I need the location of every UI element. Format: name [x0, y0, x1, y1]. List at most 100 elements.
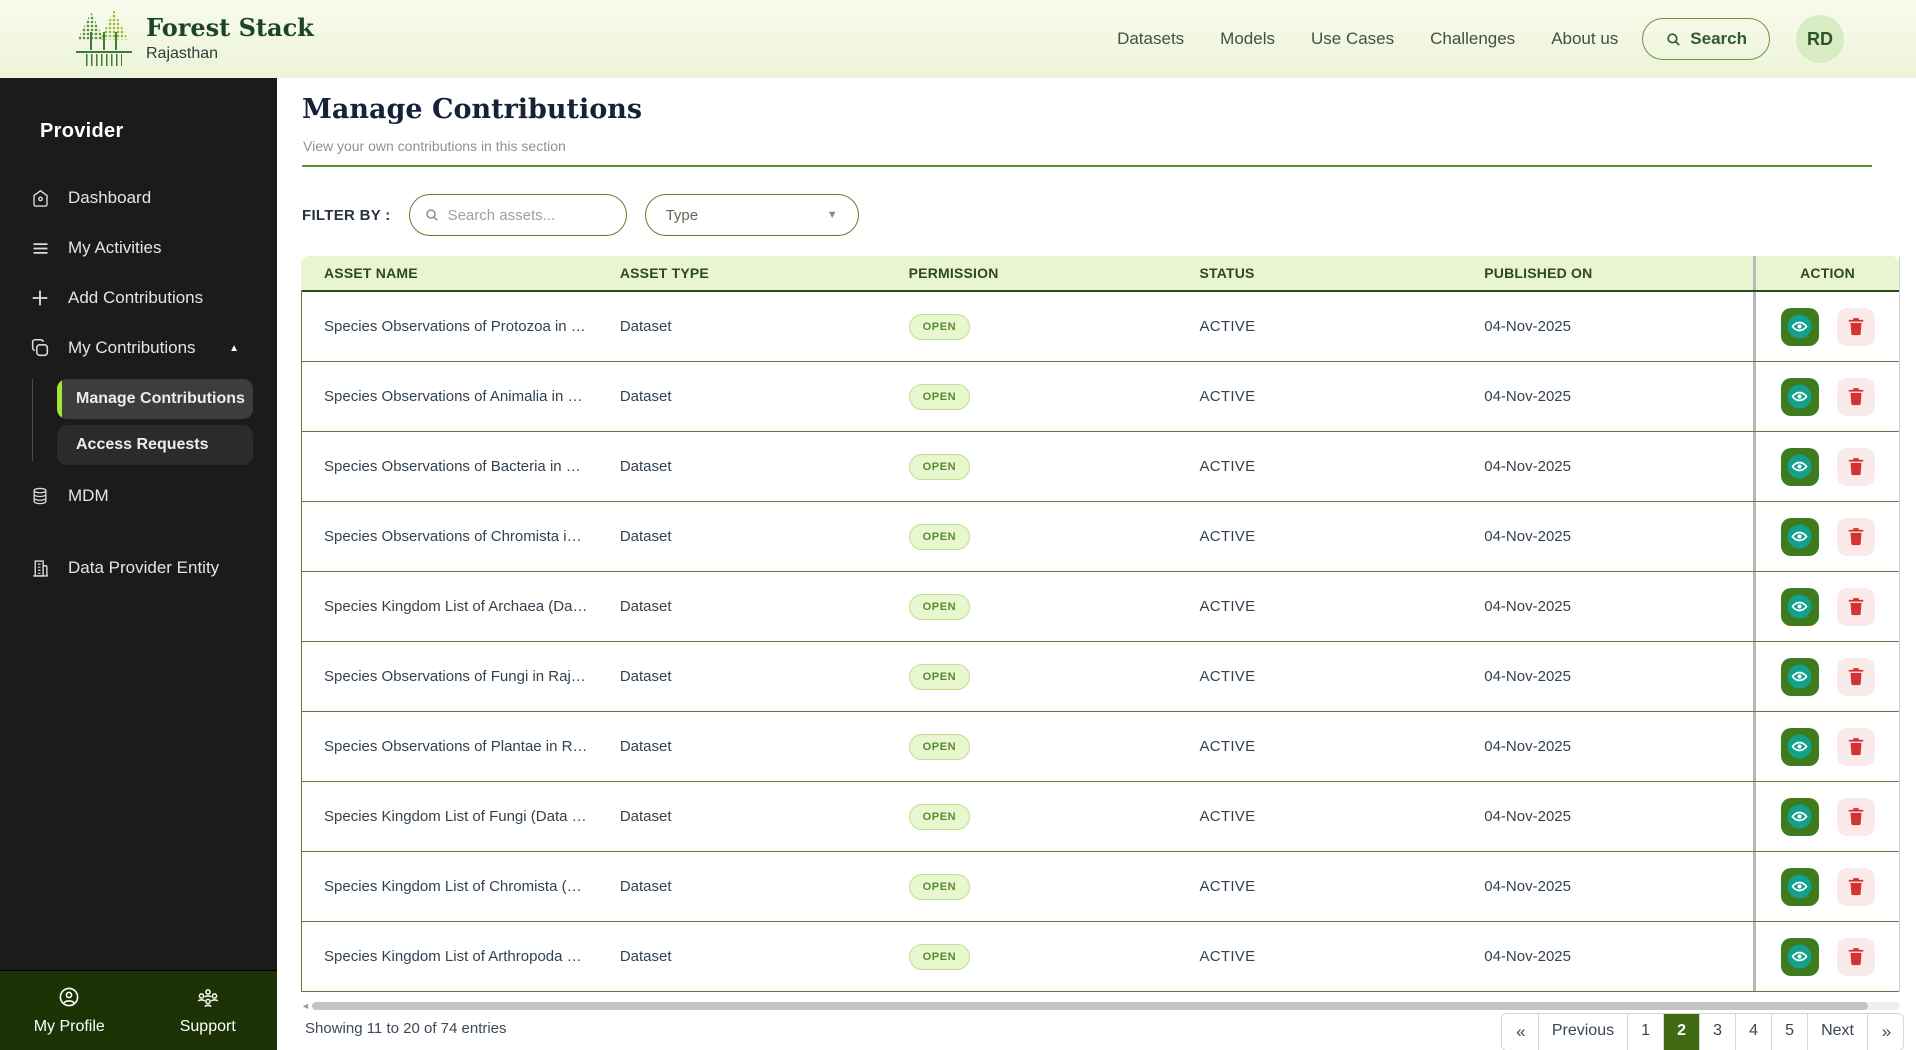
status-cell: ACTIVE	[1199, 808, 1256, 825]
first-page-button[interactable]: «	[1501, 1014, 1538, 1050]
page-button-4[interactable]: 4	[1735, 1014, 1772, 1050]
view-button[interactable]	[1780, 517, 1819, 556]
asset-type-cell: Dataset	[619, 808, 672, 825]
nav-datasets[interactable]: Datasets	[1117, 29, 1184, 49]
nav-about-us[interactable]: About us	[1551, 29, 1618, 49]
table-row: Species Kingdom List of Fungi (Data … Da…	[301, 782, 1899, 852]
sidebar-item-my-activities[interactable]: My Activities	[0, 223, 277, 273]
support-group-icon	[195, 985, 221, 1014]
delete-button[interactable]	[1836, 587, 1875, 626]
delete-button[interactable]	[1836, 867, 1875, 906]
entries-summary: Showing 11 to 20 of 74 entries	[305, 1019, 507, 1037]
permission-badge: OPEN	[908, 873, 971, 900]
view-button[interactable]	[1780, 377, 1819, 416]
my-contributions-submenu: Manage Contributions Access Requests	[0, 379, 277, 465]
asset-search-field[interactable]	[408, 194, 627, 236]
search-input[interactable]	[447, 206, 598, 224]
filter-bar: FILTER BY : Type ▼	[302, 194, 1916, 236]
permission-badge: OPEN	[908, 803, 971, 830]
permission-cell: OPEN	[908, 663, 1200, 690]
asset-name-cell: Species Kingdom List of Chromista (…	[324, 878, 582, 895]
my-profile-button[interactable]: My Profile	[0, 985, 139, 1036]
indent-guide	[32, 379, 33, 461]
user-avatar[interactable]: RD	[1796, 15, 1844, 63]
pagination: « Previous 1 2 3 4 5 Next »	[1500, 1013, 1904, 1050]
delete-button[interactable]	[1836, 657, 1875, 696]
table-row: Species Observations of Animalia in … Da…	[301, 362, 1899, 432]
sidebar-item-data-provider-entity[interactable]: Data Provider Entity	[0, 543, 277, 593]
delete-button[interactable]	[1836, 797, 1875, 836]
sidebar-item-my-contributions[interactable]: My Contributions ▲	[0, 323, 277, 373]
table-footer: Showing 11 to 20 of 74 entries « Previou…	[277, 1006, 1916, 1050]
sidebar-item-manage-contributions[interactable]: Manage Contributions	[57, 379, 253, 419]
building-icon	[29, 557, 51, 579]
permission-cell: OPEN	[908, 733, 1200, 760]
published-on-cell: 04-Nov-2025	[1484, 388, 1571, 405]
table-row: Species Kingdom List of Archaea (Da… Dat…	[301, 572, 1899, 642]
profile-icon	[57, 985, 81, 1014]
chevron-down-icon: ▼	[826, 209, 838, 221]
page-button-2[interactable]: 2	[1663, 1014, 1700, 1050]
support-button[interactable]: Support	[139, 985, 278, 1036]
view-button[interactable]	[1780, 447, 1819, 486]
divider	[302, 165, 1872, 167]
next-page-button[interactable]: Next	[1807, 1014, 1867, 1050]
published-on-cell: 04-Nov-2025	[1484, 528, 1571, 545]
action-cell	[1753, 712, 1899, 781]
logo[interactable]: Forest Stack Rajasthan	[76, 10, 314, 68]
col-permission: PERMISSION	[908, 265, 999, 281]
sidebar-item-access-requests[interactable]: Access Requests	[57, 425, 253, 465]
asset-name-cell: Species Kingdom List of Fungi (Data …	[324, 808, 587, 825]
page-button-5[interactable]: 5	[1771, 1014, 1808, 1050]
view-button[interactable]	[1780, 307, 1819, 346]
type-dropdown[interactable]: Type ▼	[644, 194, 859, 236]
view-button[interactable]	[1780, 937, 1819, 976]
chevron-up-icon[interactable]: ▲	[229, 343, 239, 354]
asset-name-cell: Species Kingdom List of Archaea (Da…	[324, 598, 588, 615]
nav-use-cases[interactable]: Use Cases	[1311, 29, 1394, 49]
view-button[interactable]	[1780, 657, 1819, 696]
search-button[interactable]: Search	[1642, 18, 1770, 60]
table-row: Species Observations of Protozoa in … Da…	[301, 292, 1899, 362]
status-cell: ACTIVE	[1199, 598, 1256, 615]
last-page-button[interactable]: »	[1867, 1014, 1903, 1050]
delete-button[interactable]	[1836, 447, 1875, 486]
col-status: STATUS	[1199, 265, 1255, 281]
view-button[interactable]	[1780, 867, 1819, 906]
col-asset-name: ASSET NAME	[324, 265, 418, 281]
delete-button[interactable]	[1836, 377, 1875, 416]
previous-page-button[interactable]: Previous	[1537, 1014, 1628, 1050]
database-icon	[29, 485, 51, 507]
asset-type-cell: Dataset	[619, 388, 672, 405]
published-on-cell: 04-Nov-2025	[1484, 318, 1571, 335]
page-subtitle: View your own contributions in this sect…	[303, 138, 566, 154]
sidebar-item-dashboard[interactable]: Dashboard	[0, 173, 277, 223]
action-cell	[1753, 782, 1899, 851]
status-cell: ACTIVE	[1199, 738, 1256, 755]
nav-challenges[interactable]: Challenges	[1430, 29, 1515, 49]
delete-button[interactable]	[1836, 517, 1875, 556]
status-cell: ACTIVE	[1199, 668, 1256, 685]
page-button-1[interactable]: 1	[1627, 1014, 1664, 1050]
view-button[interactable]	[1780, 727, 1819, 766]
col-asset-type: ASSET TYPE	[619, 265, 709, 281]
sidebar: Provider Dashboard My Activities Add Con…	[0, 78, 277, 1050]
page-title: Manage Contributions	[302, 94, 643, 125]
nav-models[interactable]: Models	[1220, 29, 1275, 49]
delete-button[interactable]	[1836, 727, 1875, 766]
published-on-cell: 04-Nov-2025	[1484, 458, 1571, 475]
delete-button[interactable]	[1836, 307, 1875, 346]
asset-name-cell: Species Observations of Protozoa in …	[324, 318, 586, 335]
sidebar-item-mdm[interactable]: MDM	[0, 471, 277, 521]
page-button-3[interactable]: 3	[1699, 1014, 1736, 1050]
delete-button[interactable]	[1836, 937, 1875, 976]
table-body: Species Observations of Protozoa in … Da…	[301, 292, 1899, 992]
view-button[interactable]	[1780, 797, 1819, 836]
app-title: Forest Stack	[146, 13, 314, 43]
table-header: ASSET NAME ASSET TYPE PERMISSION STATUS …	[301, 256, 1899, 292]
asset-name-cell: Species Observations of Chromista i…	[324, 528, 582, 545]
sidebar-item-add-contributions[interactable]: Add Contributions	[0, 273, 277, 323]
view-button[interactable]	[1780, 587, 1819, 626]
asset-name-cell: Species Observations of Fungi in Raj…	[324, 668, 586, 685]
list-icon	[29, 237, 51, 259]
